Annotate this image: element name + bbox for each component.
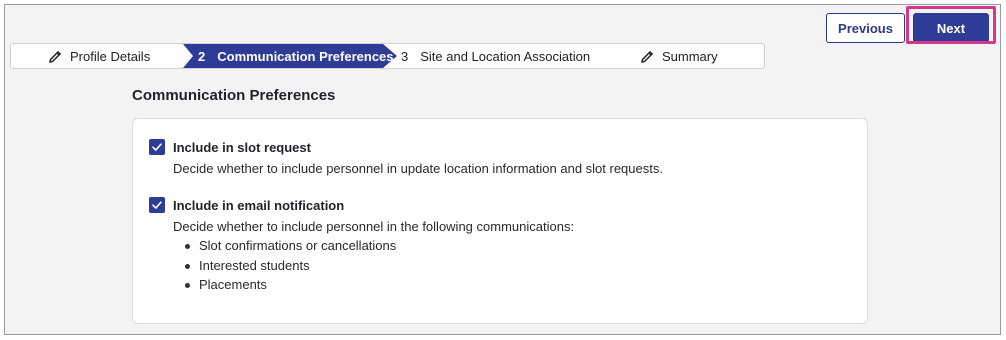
stepper: Profile Details 2 Communication Preferen… — [10, 43, 765, 69]
previous-button[interactable]: Previous — [826, 13, 905, 43]
list-item: Slot confirmations or cancellations — [185, 236, 574, 256]
pencil-icon — [641, 50, 654, 63]
next-button[interactable]: Next — [913, 13, 989, 43]
step-profile-details[interactable]: Profile Details — [49, 44, 150, 68]
slot-request-checkbox[interactable] — [149, 139, 165, 155]
step-number: 3 — [401, 48, 409, 64]
list-item: Interested students — [185, 256, 574, 276]
step-label: Profile Details — [70, 48, 151, 64]
section-title: Communication Preferences — [132, 87, 336, 104]
option-slot-request: Include in slot request Decide whether t… — [149, 139, 663, 176]
option-email-notification: Include in email notification Decide whe… — [149, 197, 574, 295]
checkmark-icon — [152, 143, 162, 151]
step-label: Site and Location Association — [420, 48, 591, 64]
option-description: Decide whether to include personnel in t… — [173, 219, 575, 234]
pencil-icon — [49, 50, 62, 63]
email-notification-checkbox[interactable] — [149, 197, 165, 213]
list-item: Placements — [185, 275, 574, 295]
step-label: Summary — [662, 48, 718, 64]
step-number: 2 — [198, 48, 206, 64]
option-description: Decide whether to include personnel in u… — [173, 161, 663, 176]
option-label: Include in slot request — [173, 139, 311, 155]
step-site-location-association[interactable]: 3 Site and Location Association — [401, 44, 590, 68]
checkmark-icon — [152, 201, 162, 209]
option-label: Include in email notification — [173, 197, 345, 213]
preferences-card: Include in slot request Decide whether t… — [132, 118, 868, 324]
step-label: Communication Preferences — [217, 48, 394, 64]
communication-list: Slot confirmations or cancellations Inte… — [185, 236, 574, 295]
step-communication-preferences[interactable]: 2 Communication Preferences — [183, 44, 397, 68]
step-summary[interactable]: Summary — [641, 44, 718, 68]
